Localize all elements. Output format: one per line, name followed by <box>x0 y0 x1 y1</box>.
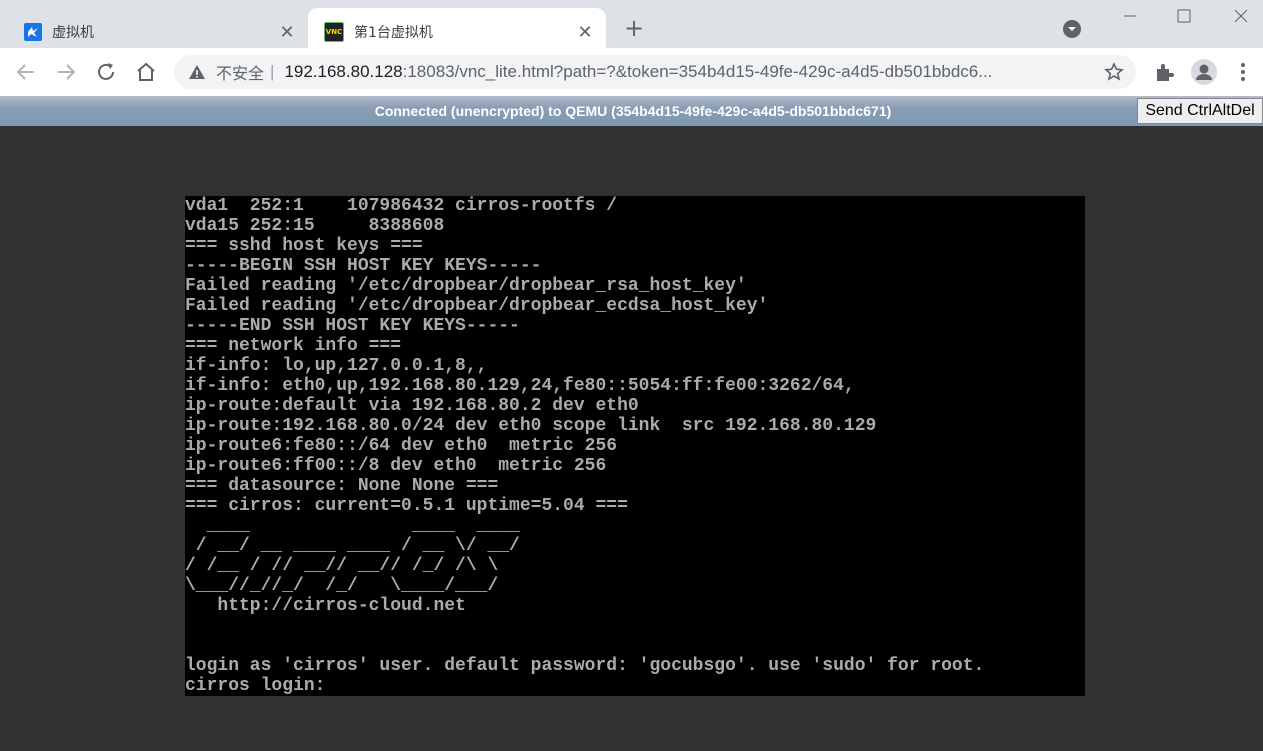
address-path: :18083/vnc_lite.html?path=?&token=354b4d… <box>402 62 993 81</box>
console-line: vda15 252:15 8388608 <box>185 216 445 236</box>
console-line: -----BEGIN SSH HOST KEY KEYS----- <box>185 256 542 276</box>
console-line: Failed reading '/etc/dropbear/dropbear_e… <box>185 296 769 316</box>
window-close-icon[interactable] <box>1229 6 1253 26</box>
send-ctrl-alt-del-button[interactable]: Send CtrlAltDel <box>1137 98 1263 124</box>
console-line: if-info: eth0,up,192.168.80.129,24,fe80:… <box>185 376 855 396</box>
menu-kebab-icon[interactable] <box>1231 60 1255 84</box>
console-output: vda1 252:1 107986432 cirros-rootfs / vda1… <box>185 196 1085 696</box>
console-line: vda1 252:1 107986432 cirros-rootfs / <box>185 196 618 216</box>
console-line: ip-route:192.168.80.0/24 dev eth0 scope … <box>185 416 877 436</box>
tab-title: 虚拟机 <box>52 25 94 41</box>
console-line: http://cirros-cloud.net <box>185 596 466 616</box>
console-line: / /__ / // __// __// /_/ /\ \ <box>185 556 499 576</box>
vnc-icon-text: VNC <box>325 28 343 36</box>
home-icon[interactable] <box>134 60 158 84</box>
connection-status: Connected (unencrypted) to QEMU (354b4d1… <box>374 103 892 119</box>
extensions-icon[interactable] <box>1152 60 1176 84</box>
console-line: ip-route6:fe80::/64 dev eth0 metric 256 <box>185 436 618 456</box>
console-line: Failed reading '/etc/dropbear/dropbear_r… <box>185 276 747 296</box>
vnc-status-bar: Connected (unencrypted) to QEMU (354b4d1… <box>0 96 1263 126</box>
console-line: === network info === <box>185 336 402 356</box>
console-line: login as 'cirros' user. default password… <box>185 656 985 676</box>
console-line: cirros login: <box>185 676 326 696</box>
vnc-screen[interactable]: vda1 252:1 107986432 cirros-rootfs / vda1… <box>185 196 1085 696</box>
close-icon[interactable]: ✕ <box>574 21 596 43</box>
reload-icon[interactable] <box>94 60 118 84</box>
console-line: ip-route:default via 192.168.80.2 dev et… <box>185 396 639 416</box>
close-icon[interactable]: ✕ <box>276 21 298 43</box>
bookmark-star-icon[interactable] <box>1104 62 1124 82</box>
console-line: \___//_//_/ /_/ \____/___/ <box>185 576 499 596</box>
console-line: if-info: lo,up,127.0.0.1,8,, <box>185 356 488 376</box>
console-line: === sshd host keys === <box>185 236 423 256</box>
console-line: ip-route6:ff00::/8 dev eth0 metric 256 <box>185 456 607 476</box>
address-bar[interactable]: 不安全 | 192.168.80.128 :18083/vnc_lite.htm… <box>174 55 1136 89</box>
console-line: === datasource: None None === <box>185 476 499 496</box>
back-icon[interactable] <box>14 60 38 84</box>
minimize-icon[interactable] <box>1118 6 1142 26</box>
console-line: ____ ____ ____ <box>185 516 520 536</box>
tab-title: 第1台虚拟机 <box>354 25 433 41</box>
console-line: / __/ __ ____ ____ / __ \/ __/ <box>185 536 520 556</box>
app-icon <box>24 23 42 41</box>
new-tab-button[interactable]: + <box>622 16 646 40</box>
profile-avatar-icon[interactable] <box>1190 58 1218 86</box>
warning-icon <box>189 65 205 79</box>
console-line: -----END SSH HOST KEY KEYS----- <box>185 316 520 336</box>
console-line: === cirros: current=0.5.1 uptime=5.04 ==… <box>185 496 628 516</box>
vnc-icon: VNC <box>324 22 344 42</box>
address-host: 192.168.80.128 <box>284 62 403 81</box>
maximize-icon[interactable] <box>1172 6 1196 26</box>
address-separator: | <box>270 62 275 81</box>
security-label[interactable]: 不安全 <box>216 60 264 84</box>
forward-icon[interactable] <box>54 60 78 84</box>
tab-search-icon[interactable] <box>1062 19 1082 39</box>
browser-toolbar: 不安全 | 192.168.80.128 :18083/vnc_lite.htm… <box>0 48 1263 96</box>
